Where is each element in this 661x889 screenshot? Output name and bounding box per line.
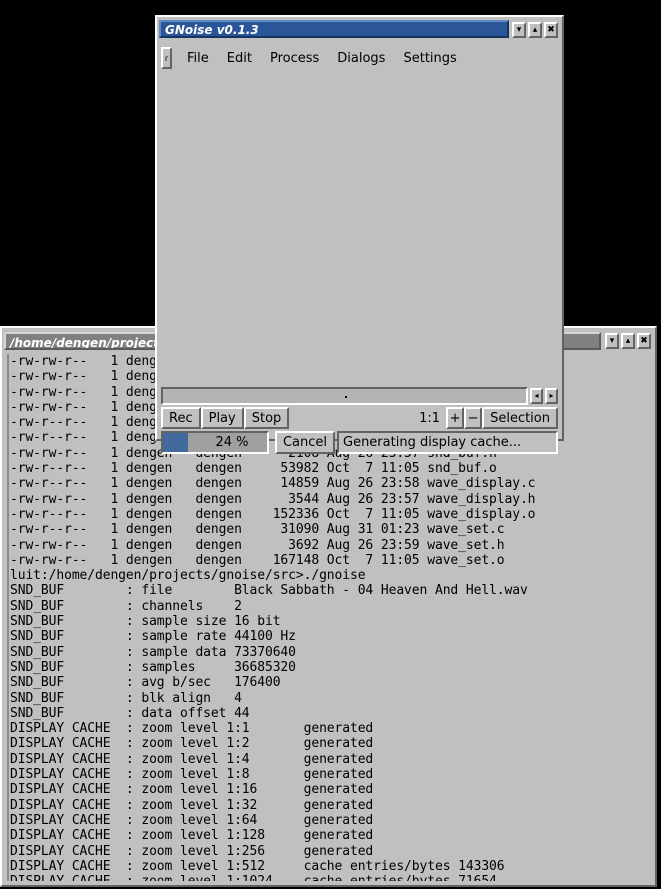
transport-toolbar: Rec Play Stop 1:1 + − Selection bbox=[161, 407, 558, 429]
menu-item-settings[interactable]: Settings bbox=[394, 48, 465, 69]
selection-button[interactable]: Selection bbox=[482, 407, 558, 429]
zoom-out-button[interactable]: − bbox=[464, 407, 483, 429]
minimize-button[interactable]: ▾ bbox=[605, 333, 619, 349]
hscrollbar-trough[interactable] bbox=[161, 387, 528, 405]
gnoise-titlebar[interactable]: GNoise v0.1.3 ▾ ▴ ✖ bbox=[159, 20, 560, 40]
waveform-display-canvas[interactable] bbox=[161, 73, 558, 384]
status-message: Generating display cache... bbox=[337, 431, 558, 454]
progress-row: 24 % Cancel Generating display cache... bbox=[161, 431, 558, 454]
menu-tearoff-handle[interactable]: r bbox=[161, 47, 172, 69]
gnoise-title: GNoise v0.1.3 bbox=[159, 20, 509, 38]
gnoise-window[interactable]: GNoise v0.1.3 ▾ ▴ ✖ r File Edit Process … bbox=[155, 15, 564, 454]
transport-spacer: 1:1 bbox=[289, 407, 447, 429]
maximize-button[interactable]: ▴ bbox=[528, 22, 542, 38]
gnoise-window-buttons: ▾ ▴ ✖ bbox=[512, 22, 558, 38]
record-button[interactable]: Rec bbox=[161, 407, 201, 429]
zoom-ratio-label: 1:1 bbox=[419, 410, 441, 426]
scroll-left-arrow-icon[interactable]: ◂ bbox=[530, 388, 543, 404]
menu-item-file[interactable]: File bbox=[178, 48, 218, 69]
terminal-margin-rule bbox=[7, 354, 9, 881]
progress-bar: 24 % bbox=[161, 431, 269, 454]
terminal-window-buttons: ▾ ▴ ✖ bbox=[605, 333, 651, 349]
menu-item-dialogs[interactable]: Dialogs bbox=[328, 48, 394, 69]
minimize-button[interactable]: ▾ bbox=[512, 22, 526, 38]
cancel-button[interactable]: Cancel bbox=[275, 431, 335, 454]
menu-item-process[interactable]: Process bbox=[261, 48, 328, 69]
waveform-hscrollbar[interactable]: ◂ ▸ bbox=[161, 387, 558, 405]
menu-item-edit[interactable]: Edit bbox=[218, 48, 261, 69]
close-button[interactable]: ✖ bbox=[544, 22, 558, 38]
close-button[interactable]: ✖ bbox=[637, 333, 651, 349]
maximize-button[interactable]: ▴ bbox=[621, 333, 635, 349]
gnoise-menubar: r File Edit Process Dialogs Settings bbox=[161, 45, 558, 71]
hscrollbar-center-mark bbox=[344, 396, 347, 398]
stop-button[interactable]: Stop bbox=[243, 407, 290, 429]
zoom-in-button[interactable]: + bbox=[446, 407, 465, 429]
progress-percent-label: 24 % bbox=[215, 435, 249, 450]
scroll-right-arrow-icon[interactable]: ▸ bbox=[545, 388, 558, 404]
play-button[interactable]: Play bbox=[200, 407, 244, 429]
